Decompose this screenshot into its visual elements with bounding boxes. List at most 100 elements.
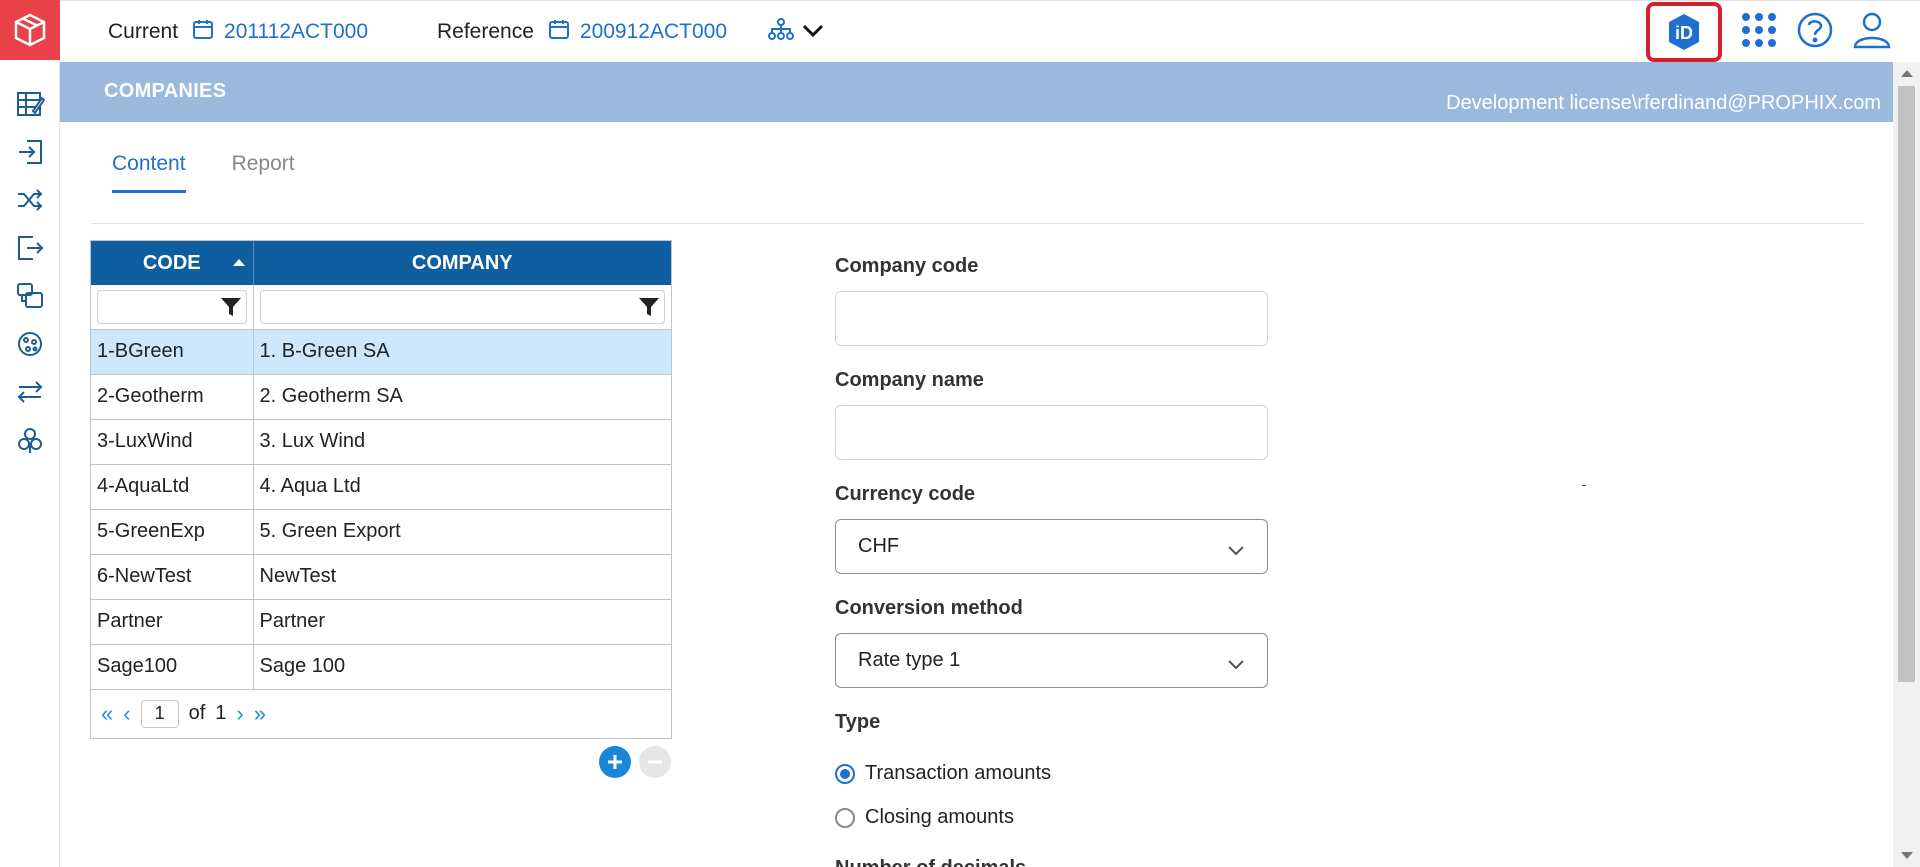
table-row[interactable]: 6-NewTest NewTest bbox=[91, 554, 671, 600]
type-label: Type bbox=[835, 711, 881, 733]
next-page-icon[interactable]: › bbox=[236, 702, 243, 725]
reference-period[interactable]: Reference 200912ACT000 bbox=[437, 1, 727, 63]
add-row-button[interactable] bbox=[599, 746, 631, 778]
divider bbox=[92, 223, 1864, 224]
table-row[interactable]: 3-LuxWind 3. Lux Wind bbox=[91, 419, 671, 465]
company-cell[interactable]: Partner bbox=[253, 599, 671, 645]
user-icon[interactable] bbox=[1852, 11, 1892, 54]
scroll-thumb[interactable] bbox=[1898, 86, 1915, 682]
scroll-up-arrow[interactable] bbox=[1901, 70, 1913, 77]
company-cell[interactable]: 1. B-Green SA bbox=[253, 329, 671, 375]
company-cell[interactable]: NewTest bbox=[253, 554, 671, 600]
code-cell[interactable]: Sage100 bbox=[91, 644, 254, 690]
company-name-label: Company name bbox=[835, 369, 984, 391]
company-code-field[interactable] bbox=[835, 291, 1268, 346]
currency-code-value: CHF bbox=[858, 535, 900, 557]
code-cell[interactable]: 4-AquaLtd bbox=[91, 464, 254, 510]
company-cell[interactable]: 3. Lux Wind bbox=[253, 419, 671, 465]
conversion-method-label: Conversion method bbox=[835, 597, 1023, 619]
column-header-code[interactable]: CODE bbox=[91, 241, 254, 285]
apps-grid-icon[interactable] bbox=[1740, 11, 1778, 54]
currency-code-select[interactable]: CHF bbox=[835, 519, 1268, 574]
last-page-icon[interactable]: » bbox=[254, 702, 266, 725]
radio-button-checked[interactable] bbox=[835, 763, 855, 784]
scroll-down-arrow[interactable] bbox=[1901, 852, 1913, 859]
company-cell[interactable]: 5. Green Export bbox=[253, 509, 671, 555]
vertical-scrollbar[interactable] bbox=[1893, 62, 1920, 867]
header-band: COMPANIES Development license\rferdinand… bbox=[60, 62, 1893, 122]
current-label: Current bbox=[108, 20, 179, 43]
svg-text:iD: iD bbox=[1675, 23, 1693, 43]
tab-bar: Content Report bbox=[112, 152, 295, 193]
help-icon[interactable] bbox=[1796, 11, 1834, 54]
prev-page-icon[interactable]: ‹ bbox=[123, 702, 130, 725]
table-row[interactable]: 1-BGreen 1. B-Green SA bbox=[91, 329, 671, 375]
license-user: Development license\rferdinand@PROPHIX.c… bbox=[1446, 92, 1881, 114]
table-row[interactable]: 5-GreenExp 5. Green Export bbox=[91, 509, 671, 555]
radio-transaction-amounts[interactable]: Transaction amounts bbox=[835, 762, 1051, 785]
propeller-icon[interactable] bbox=[0, 416, 60, 464]
radio-button[interactable] bbox=[835, 807, 855, 828]
export-icon[interactable] bbox=[0, 224, 60, 272]
hierarchy-icon bbox=[768, 17, 794, 47]
company-name-field[interactable] bbox=[835, 405, 1268, 460]
companies-grid: CODE COMPANY 1-BGreen 1. B-Green SA 2-Geo… bbox=[90, 240, 672, 739]
tab-report[interactable]: Report bbox=[232, 152, 295, 193]
chevron-down-icon bbox=[1227, 654, 1245, 677]
code-cell[interactable]: Partner bbox=[91, 599, 254, 645]
company-cell[interactable]: Sage 100 bbox=[253, 644, 671, 690]
edit-grid-icon[interactable] bbox=[0, 80, 60, 128]
conversion-method-select[interactable]: Rate type 1 bbox=[835, 633, 1268, 688]
decimals-label: Number of decimals bbox=[835, 858, 1026, 867]
filter-row bbox=[91, 285, 671, 330]
radio-label: Transaction amounts bbox=[865, 762, 1052, 784]
table-row[interactable]: Sage100 Sage 100 bbox=[91, 644, 671, 690]
code-cell[interactable]: 2-Geotherm bbox=[91, 374, 254, 420]
page-title: COMPANIES bbox=[104, 80, 227, 102]
company-cell[interactable]: 4. Aqua Ltd bbox=[253, 464, 671, 510]
radio-closing-amounts[interactable]: Closing amounts bbox=[835, 806, 1014, 829]
column-header-label: CODE bbox=[142, 251, 201, 274]
reference-value[interactable]: 200912ACT000 bbox=[580, 20, 727, 44]
chevron-down-icon bbox=[1227, 540, 1245, 563]
hierarchy-dropdown[interactable] bbox=[768, 1, 824, 63]
page-total: 1 bbox=[215, 702, 227, 724]
reference-label: Reference bbox=[437, 20, 534, 43]
sidebar bbox=[0, 0, 60, 867]
cube-logo-icon[interactable] bbox=[0, 0, 60, 60]
page-number-input[interactable]: 1 bbox=[140, 699, 179, 728]
id-badge-icon[interactable]: iD bbox=[1646, 2, 1722, 62]
calendar-icon bbox=[192, 18, 214, 46]
first-page-icon[interactable]: « bbox=[101, 702, 113, 725]
page-of-label: of bbox=[188, 702, 206, 724]
company-cell[interactable]: 2. Geotherm SA bbox=[253, 374, 671, 420]
swap-icon[interactable] bbox=[0, 368, 60, 416]
code-cell[interactable]: 5-GreenExp bbox=[91, 509, 254, 555]
import-icon[interactable] bbox=[0, 128, 60, 176]
code-cell[interactable]: 1-BGreen bbox=[91, 329, 254, 375]
code-cell[interactable]: 6-NewTest bbox=[91, 554, 254, 600]
code-filter-input[interactable] bbox=[97, 289, 247, 324]
shuffle-icon[interactable] bbox=[0, 176, 60, 224]
stray-mark bbox=[1582, 485, 1586, 486]
column-header-company[interactable]: COMPANY bbox=[253, 241, 671, 285]
top-bar: Current 201112ACT000 Reference 200912ACT… bbox=[60, 0, 1920, 62]
company-filter-input[interactable] bbox=[259, 289, 665, 324]
current-value[interactable]: 201112ACT000 bbox=[224, 20, 368, 44]
pager: « ‹ 1 of 1 › » bbox=[91, 690, 671, 738]
table-row[interactable]: Partner Partner bbox=[91, 599, 671, 645]
code-cell[interactable]: 3-LuxWind bbox=[91, 419, 254, 465]
conversion-method-value: Rate type 1 bbox=[858, 649, 961, 671]
currency-code-label: Currency code bbox=[835, 483, 976, 505]
calendar-icon bbox=[548, 18, 570, 46]
company-code-label: Company code bbox=[835, 255, 979, 277]
current-period[interactable]: Current 201112ACT000 bbox=[108, 1, 368, 63]
remove-row-button[interactable] bbox=[639, 746, 671, 778]
tab-content[interactable]: Content bbox=[112, 152, 186, 193]
table-row[interactable]: 2-Geotherm 2. Geotherm SA bbox=[91, 374, 671, 420]
table-row[interactable]: 4-AquaLtd 4. Aqua Ltd bbox=[91, 464, 671, 510]
radio-label: Closing amounts bbox=[865, 806, 1014, 828]
copy-icon[interactable] bbox=[0, 272, 60, 320]
globe-icon[interactable] bbox=[0, 320, 60, 368]
chevron-down-icon bbox=[802, 20, 824, 44]
